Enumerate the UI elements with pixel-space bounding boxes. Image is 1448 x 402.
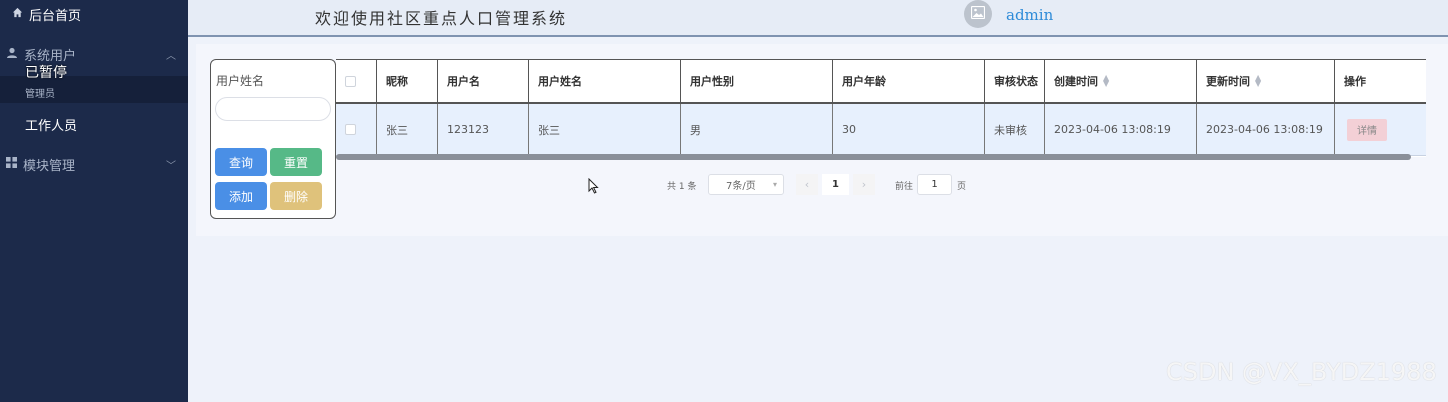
column-header-created[interactable]: 创建时间 ▲ ▼ — [1045, 60, 1197, 102]
table-header: 昵称 用户名 用户姓名 用户性别 用户年龄 审核状态 创建时间 ▲ ▼ 更新时间 … — [336, 59, 1426, 104]
column-header: 操作 — [1344, 75, 1366, 88]
column-header: 用户姓名 — [529, 60, 681, 102]
column-header: 用户名 — [438, 60, 529, 102]
sidebar-item-admin[interactable]: 管理员 — [25, 85, 55, 100]
detail-button[interactable]: 详情 — [1347, 118, 1387, 141]
chevron-right-icon: › — [861, 178, 867, 191]
delete-button[interactable]: 删除 — [270, 182, 322, 210]
row-select — [336, 104, 377, 155]
sidebar-item-home[interactable]: 后台首页 — [12, 5, 81, 24]
cell-nickname: 张三 — [377, 104, 438, 155]
page-suffix-label: 页 — [957, 182, 967, 192]
avatar[interactable] — [964, 0, 992, 28]
cell-username: 123123 — [438, 104, 529, 155]
cell-age: 30 — [833, 104, 985, 155]
query-button[interactable]: 查询 — [215, 148, 267, 176]
home-icon — [12, 7, 23, 22]
username-label[interactable]: admin — [1006, 6, 1053, 24]
chevron-up-icon: ︿ — [166, 51, 176, 62]
table-horizontal-scrollbar[interactable] — [336, 154, 1411, 160]
goto-label: 前往 — [895, 182, 914, 192]
table-row: 张三 123123 张三 男 30 未审核 2023-04-06 13:08:1… — [336, 104, 1426, 156]
page-size-value: 7条/页 — [726, 181, 756, 192]
pagination-total: 共 1 条 — [667, 182, 697, 192]
user-table: 昵称 用户名 用户姓名 用户性别 用户年龄 审核状态 创建时间 ▲ ▼ 更新时间 … — [336, 59, 1426, 157]
mouse-cursor-icon — [588, 177, 599, 197]
sort-icon[interactable]: ▲ ▼ — [1255, 74, 1261, 88]
chevron-down-icon: ▾ — [772, 180, 777, 189]
prev-page-button[interactable]: ‹ — [796, 174, 818, 195]
column-header: 用户年龄 — [833, 60, 985, 102]
watermark: CSDN @VX_BYDZ1988 — [1166, 358, 1437, 386]
column-header-label: 更新时间 — [1206, 75, 1250, 88]
row-checkbox[interactable] — [345, 124, 356, 135]
sidebar-group-module-mgmt-label: 模块管理 — [23, 159, 76, 174]
user-icon — [6, 47, 18, 63]
cell-action: 详情 — [1335, 104, 1426, 155]
header-select-all — [336, 60, 377, 102]
select-all-checkbox[interactable] — [345, 75, 356, 87]
sidebar-group-module-mgmt[interactable]: 模块管理 ﹀ — [6, 155, 176, 174]
cell-real-name: 张三 — [529, 104, 681, 155]
cell-updated: 2023-04-06 13:08:19 — [1197, 104, 1335, 155]
column-header: 用户性别 — [681, 60, 833, 102]
image-placeholder-icon — [970, 5, 986, 22]
search-name-input[interactable] — [215, 97, 331, 121]
chevron-left-icon: ‹ — [804, 178, 810, 191]
column-header-label: 创建时间 — [1054, 75, 1098, 88]
column-header: 审核状态 — [985, 60, 1045, 102]
goto-page-input[interactable]: 1 — [917, 174, 952, 195]
top-header: 欢迎使用社区重点人口管理系统 admin — [188, 0, 1448, 37]
cell-gender: 男 — [681, 104, 833, 155]
sidebar-item-staff[interactable]: 工作人员 — [25, 115, 77, 134]
paused-overlay: 已暂停 — [25, 65, 67, 81]
column-header: 昵称 — [377, 60, 438, 102]
column-header-updated[interactable]: 更新时间 ▲ ▼ — [1197, 60, 1335, 102]
sidebar: 后台首页 系统用户 ︿ 已暂停 管理员 工作人员 模块管理 ﹀ — [0, 0, 188, 402]
page-title: 欢迎使用社区重点人口管理系统 — [315, 9, 568, 28]
page-size-select[interactable]: 7条/页 ▾ — [708, 174, 784, 195]
chevron-down-icon: ﹀ — [166, 161, 176, 172]
search-panel: 用户姓名 查询 重置 添加 删除 — [210, 59, 336, 219]
cell-created: 2023-04-06 13:08:19 — [1045, 104, 1197, 155]
next-page-button[interactable]: › — [853, 174, 875, 195]
search-name-label: 用户姓名 — [216, 74, 265, 88]
reset-button[interactable]: 重置 — [270, 148, 322, 176]
cell-status: 未审核 — [985, 104, 1045, 155]
page-number-current[interactable]: 1 — [822, 174, 849, 195]
grid-icon — [6, 157, 17, 172]
add-button[interactable]: 添加 — [215, 182, 267, 210]
sort-icon[interactable]: ▲ ▼ — [1103, 74, 1109, 88]
sidebar-item-home-label: 后台首页 — [29, 9, 82, 24]
